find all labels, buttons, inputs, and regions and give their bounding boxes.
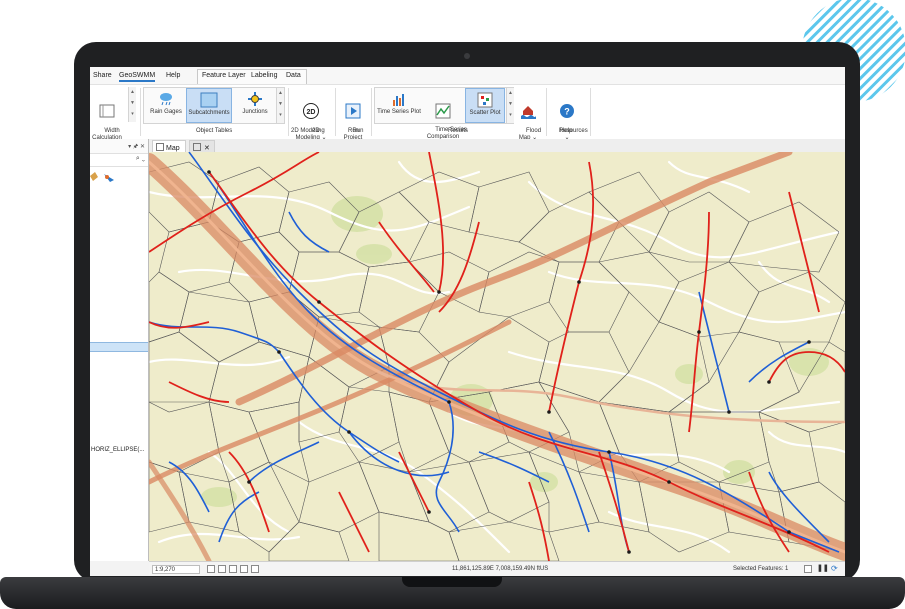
svg-text:?: ?: [564, 107, 570, 117]
view-icon: [193, 143, 201, 151]
pane-search[interactable]: ⌕ ⌄: [90, 154, 148, 167]
gallery-scroll-3[interactable]: ▲ ▼ ▾: [506, 88, 514, 123]
gallery-scroll-1[interactable]: ▲ ▼ ▾: [128, 87, 136, 122]
gallery-scroll-2[interactable]: ▲ ▼ ▾: [276, 88, 284, 123]
separator: [590, 88, 591, 136]
group-label-help: Help: [560, 128, 573, 134]
group-label-run: Run: [348, 128, 360, 134]
map-tab-label: Map: [166, 145, 180, 152]
group-label-results: Results: [448, 128, 469, 134]
app-window: Share GeoSWMM Help Feature Layer Labelin…: [90, 67, 845, 576]
laptop-camera: [464, 53, 470, 59]
svg-text:2D: 2D: [307, 109, 316, 116]
junctions-label: Junctions: [242, 109, 268, 115]
tab-second-view[interactable]: ✕: [189, 140, 215, 152]
grid-icon[interactable]: [207, 565, 215, 573]
ts-comparison-icon: [435, 103, 451, 119]
rain-gage-icon: [160, 93, 172, 106]
scatter-plot-label: Scatter Plot: [469, 110, 501, 116]
subcatchments-label: Subcatchments: [188, 110, 230, 116]
object-tables-gallery: Rain Gages Subcatchments Junctions ▲ ▼ ▾: [143, 87, 285, 124]
pan-icon[interactable]: [229, 565, 237, 573]
time-series-icon: [393, 94, 404, 106]
separator: [140, 88, 141, 136]
junctions-button[interactable]: Junctions: [234, 88, 276, 123]
tab-labeling[interactable]: Labeling: [251, 72, 277, 79]
pane-header-controls[interactable]: ▾ 🖈 ✕: [128, 142, 145, 152]
rain-gages-button[interactable]: Rain Gages: [147, 88, 185, 123]
navigate-icon[interactable]: [240, 565, 248, 573]
separator: [335, 88, 336, 136]
selected-layer-row[interactable]: [90, 342, 148, 352]
resources-icon: ?: [560, 104, 574, 118]
time-series-plot-label: Time Series Plot: [377, 109, 421, 115]
ribbon: Width Calculation ▲ ▼ ▾ Rain Gages Subcatc…: [90, 84, 845, 141]
rotate-icon[interactable]: [251, 565, 259, 573]
group-label-2d-modeling: 2D Modeling: [291, 128, 325, 134]
width-calc-icon: [99, 104, 115, 118]
scatter-plot-icon: [477, 92, 493, 108]
refresh-icon[interactable]: ⟳: [831, 564, 839, 573]
time-series-plot-button[interactable]: Time Series Plot: [377, 88, 421, 123]
separator: [288, 88, 289, 136]
map-icon: [156, 143, 164, 151]
scatter-plot-button[interactable]: Scatter Plot: [465, 88, 505, 123]
tab-feature-layer[interactable]: Feature Layer: [202, 72, 246, 79]
scale-dropdown[interactable]: 1:9,270: [152, 565, 200, 574]
tab-share[interactable]: Share: [93, 72, 112, 79]
map-view[interactable]: [149, 152, 845, 561]
time-series-comparison-button[interactable]: Time Series Comparison: [422, 88, 467, 140]
selected-features-count[interactable]: Selected Features: 1: [733, 566, 788, 572]
tab-help[interactable]: Help: [166, 72, 180, 79]
layer-tool-icons: [90, 172, 114, 182]
flood-map-icon: [521, 106, 536, 119]
rain-gages-label: Rain Gages: [150, 109, 182, 115]
separator: [546, 88, 547, 136]
status-bar: 1:9,270 11,861,125.89E 7,008,159.49N ftU…: [149, 561, 845, 576]
2d-modeling-icon: 2D: [303, 103, 319, 119]
ribbon-tab-bar: Share GeoSWMM Help Feature Layer Labelin…: [90, 67, 845, 84]
search-icon[interactable]: ⌕ ⌄: [136, 155, 145, 163]
map-tab-strip: Map ✕: [149, 139, 845, 153]
results-gallery: Time Series Plot Time Series Comparison …: [374, 87, 514, 140]
tab-map[interactable]: Map: [152, 140, 186, 152]
coordinate-readout: 11,861,125.89E 7,008,159.49N ftUS: [452, 566, 549, 572]
run-icon: [345, 103, 361, 119]
junction-icon: [248, 92, 262, 106]
pane-header: ▾ 🖈 ✕: [90, 139, 148, 154]
subcatchments-button[interactable]: Subcatchments: [186, 88, 232, 123]
close-icon[interactable]: ✕: [204, 145, 210, 152]
subcatchment-icon: [200, 92, 218, 108]
group-label-object-tables: Object Tables: [196, 128, 233, 134]
contents-pane: ▾ 🖈 ✕ ⌕ ⌄ HORIZ_ELLIPSE(...: [90, 139, 149, 561]
fit-icon[interactable]: [804, 565, 812, 573]
separator: [371, 88, 372, 136]
tab-data[interactable]: Data: [286, 72, 301, 79]
layer-text: HORIZ_ELLIPSE(...: [91, 447, 145, 453]
map-canvas[interactable]: [149, 152, 845, 561]
table-icon[interactable]: [218, 565, 226, 573]
tab-geoswmm[interactable]: GeoSWMM: [119, 72, 156, 82]
pause-icon[interactable]: ❚❚: [817, 565, 829, 573]
laptop-notch: [402, 577, 502, 587]
